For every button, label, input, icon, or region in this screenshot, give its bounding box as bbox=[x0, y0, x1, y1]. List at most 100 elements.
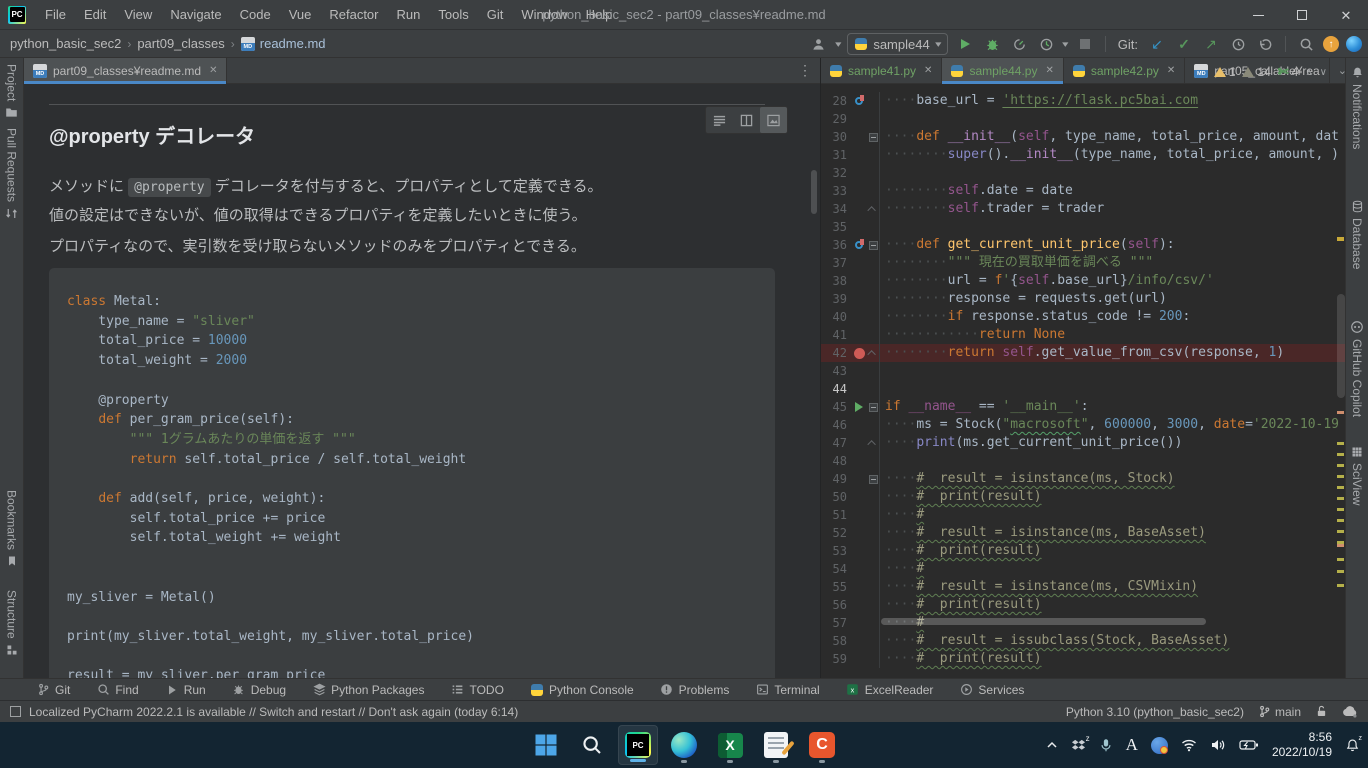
run-arrow-icon[interactable] bbox=[855, 402, 863, 412]
editor-line-55[interactable]: 55····# result = isinstance(ms, CSVMixin… bbox=[821, 578, 1345, 596]
tab-sample42-py[interactable]: sample42.py✕ bbox=[1064, 58, 1185, 83]
menu-item-run[interactable]: Run bbox=[388, 0, 430, 30]
volume-icon[interactable] bbox=[1210, 738, 1226, 752]
menu-item-tools[interactable]: Tools bbox=[429, 0, 477, 30]
tool-window-button-notifications[interactable]: Notifications bbox=[1346, 66, 1368, 149]
editor-line-30[interactable]: 30····def __init__(self, type_name, tota… bbox=[821, 128, 1345, 146]
editor-line-47[interactable]: 47····print(ms.get_current_unit_price()) bbox=[821, 434, 1345, 452]
editor-line-41[interactable]: 41············return None bbox=[821, 326, 1345, 344]
fold-marker-icon[interactable] bbox=[867, 440, 875, 448]
editor-line-37[interactable]: 37········""" 現在の買取単価を調べる """ bbox=[821, 254, 1345, 272]
taskbar-camtasia-button[interactable]: C bbox=[802, 725, 842, 765]
editor-only-view-button[interactable] bbox=[706, 107, 733, 133]
tool-window-button-services[interactable]: Services bbox=[959, 683, 1024, 697]
gutter[interactable]: 50 bbox=[821, 488, 880, 506]
editor-line-56[interactable]: 56····# print(result) bbox=[821, 596, 1345, 614]
error-stripe-mark[interactable] bbox=[1337, 541, 1344, 544]
taskbar-edge-button[interactable] bbox=[664, 725, 704, 765]
editor-line-59[interactable]: 59····# print(result) bbox=[821, 650, 1345, 668]
editor-line-38[interactable]: 38········url = f'{self.base_url}/info/c… bbox=[821, 272, 1345, 290]
editor-line-40[interactable]: 40········if response.status_code != 200… bbox=[821, 308, 1345, 326]
error-stripe-mark[interactable] bbox=[1337, 508, 1344, 511]
commit-icon[interactable]: ✓ bbox=[1174, 34, 1194, 54]
close-tab-icon[interactable]: ✕ bbox=[209, 65, 217, 76]
gutter[interactable]: 29 bbox=[821, 110, 880, 128]
gutter[interactable]: 39 bbox=[821, 290, 880, 308]
menu-item-view[interactable]: View bbox=[115, 0, 161, 30]
gutter[interactable]: 51 bbox=[821, 506, 880, 524]
error-stripe-mark[interactable] bbox=[1337, 411, 1344, 414]
fold-marker-icon[interactable] bbox=[869, 241, 878, 250]
next-problem-icon[interactable]: ∨ bbox=[1320, 67, 1327, 78]
error-stripe-mark[interactable] bbox=[1337, 464, 1344, 467]
gutter[interactable]: 57 bbox=[821, 614, 880, 632]
editor-line-53[interactable]: 53····# print(result) bbox=[821, 542, 1345, 560]
user-profile-icon[interactable] bbox=[809, 34, 829, 54]
menu-item-navigate[interactable]: Navigate bbox=[161, 0, 230, 30]
update-project-icon[interactable]: ↙ bbox=[1147, 34, 1167, 54]
error-stripe-mark[interactable] bbox=[1337, 530, 1344, 533]
gutter[interactable]: 48 bbox=[821, 452, 880, 470]
tab-sample44-py[interactable]: sample44.py✕ bbox=[942, 58, 1063, 83]
ime-mode-icon[interactable]: A bbox=[1126, 735, 1138, 755]
tool-window-button-github-copilot[interactable]: GitHub Copilot bbox=[1346, 320, 1368, 417]
gutter[interactable]: 36 bbox=[821, 236, 880, 254]
copilot-status-icon[interactable] bbox=[1342, 705, 1358, 718]
menu-item-refactor[interactable]: Refactor bbox=[320, 0, 387, 30]
push-icon[interactable]: ↗ bbox=[1201, 34, 1221, 54]
gutter[interactable]: 34 bbox=[821, 200, 880, 218]
breadcrumb-item[interactable]: readme.md bbox=[260, 36, 326, 51]
error-stripe-mark[interactable] bbox=[1337, 584, 1344, 587]
gutter[interactable]: 53 bbox=[821, 542, 880, 560]
history-icon[interactable] bbox=[1228, 34, 1248, 54]
preview-scrollbar[interactable] bbox=[811, 170, 817, 214]
breadcrumb-item[interactable]: python_basic_sec2 bbox=[10, 36, 121, 51]
unlock-icon[interactable] bbox=[1315, 705, 1328, 718]
editor-line-36[interactable]: 36····def get_current_unit_price(self): bbox=[821, 236, 1345, 254]
taskbar-search-button[interactable] bbox=[572, 725, 612, 765]
tab-readme-md[interactable]: part09_classes¥readme.md ✕ bbox=[24, 58, 227, 83]
error-stripe-mark[interactable] bbox=[1337, 475, 1344, 478]
fold-marker-icon[interactable] bbox=[869, 133, 878, 142]
gutter[interactable]: 45 bbox=[821, 398, 880, 416]
tool-window-button-git[interactable]: Git bbox=[36, 683, 70, 697]
close-tab-icon[interactable]: ✕ bbox=[924, 65, 932, 76]
taskbar-notepad-button[interactable] bbox=[756, 725, 796, 765]
code-with-me-icon[interactable] bbox=[1346, 36, 1362, 52]
tool-window-button-structure[interactable]: Structure bbox=[0, 590, 23, 656]
editor-line-48[interactable]: 48 bbox=[821, 452, 1345, 470]
gutter[interactable]: 46 bbox=[821, 416, 880, 434]
gutter[interactable]: 43 bbox=[821, 362, 880, 380]
close-tab-icon[interactable]: ✕ bbox=[1045, 65, 1053, 76]
gutter[interactable]: 30 bbox=[821, 128, 880, 146]
editor-line-33[interactable]: 33········self.date = date bbox=[821, 182, 1345, 200]
error-stripe-mark[interactable] bbox=[1337, 558, 1344, 561]
editor-line-29[interactable]: 29 bbox=[821, 110, 1345, 128]
tool-window-button-run[interactable]: Run bbox=[165, 683, 206, 697]
gutter[interactable]: 35 bbox=[821, 218, 880, 236]
gutter[interactable]: 55 bbox=[821, 578, 880, 596]
gutter[interactable]: 58 bbox=[821, 632, 880, 650]
battery-icon[interactable] bbox=[1239, 739, 1259, 751]
tab-sample41-py[interactable]: sample41.py✕ bbox=[821, 58, 942, 83]
minimize-button[interactable] bbox=[1236, 0, 1280, 30]
debug-button[interactable] bbox=[982, 34, 1002, 54]
gutter[interactable]: 52 bbox=[821, 524, 880, 542]
error-stripe-mark[interactable] bbox=[1337, 237, 1344, 241]
preview-only-view-button[interactable] bbox=[760, 107, 787, 133]
editor-line-50[interactable]: 50····# print(result) bbox=[821, 488, 1345, 506]
editor-vertical-scrollbar[interactable] bbox=[1337, 294, 1345, 398]
prev-problem-icon[interactable]: ∧ bbox=[1305, 67, 1312, 78]
editor-line-31[interactable]: 31········super().__init__(type_name, to… bbox=[821, 146, 1345, 164]
error-stripe-mark[interactable] bbox=[1337, 544, 1344, 547]
run-button[interactable] bbox=[955, 34, 975, 54]
gutter[interactable]: 44 bbox=[821, 380, 880, 398]
update-available-icon[interactable]: ↑ bbox=[1323, 36, 1339, 52]
breakpoint-icon[interactable] bbox=[854, 348, 865, 359]
tool-window-button-python-packages[interactable]: Python Packages bbox=[312, 683, 424, 697]
editor-line-49[interactable]: 49····# result = isinstance(ms, Stock) bbox=[821, 470, 1345, 488]
rollback-icon[interactable] bbox=[1255, 34, 1275, 54]
error-stripe-mark[interactable] bbox=[1337, 570, 1344, 573]
editor-line-34[interactable]: 34········self.trader = trader bbox=[821, 200, 1345, 218]
gutter[interactable]: 56 bbox=[821, 596, 880, 614]
